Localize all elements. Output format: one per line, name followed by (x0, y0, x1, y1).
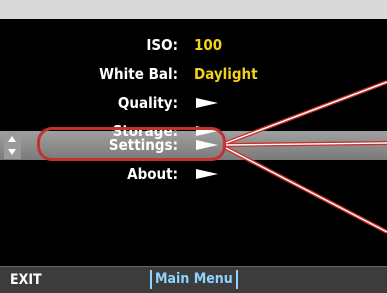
menu-item-label: About: (127, 165, 178, 183)
menu-item-quality[interactable]: Quality: (0, 92, 340, 114)
selected-item-highlight (37, 127, 226, 161)
menu-item-about[interactable]: About: (0, 163, 340, 185)
right-arrow-icon (196, 98, 218, 108)
menu-item-white-balance[interactable]: White Bal: Daylight (0, 63, 340, 85)
menu-item-label: Quality: (117, 94, 178, 112)
menu-item-label: White Bal: (99, 65, 178, 83)
right-arrow-icon (196, 169, 218, 179)
exit-button[interactable]: EXIT (10, 267, 42, 293)
white-balance-value: Daylight (194, 65, 258, 83)
menu-item-iso[interactable]: ISO: 100 (0, 34, 340, 56)
iso-value: 100 (194, 36, 223, 54)
footer-bar: EXIT Main Menu (0, 266, 387, 293)
menu-item-label: ISO: (146, 36, 178, 54)
main-menu-tab[interactable]: Main Menu (150, 270, 238, 289)
